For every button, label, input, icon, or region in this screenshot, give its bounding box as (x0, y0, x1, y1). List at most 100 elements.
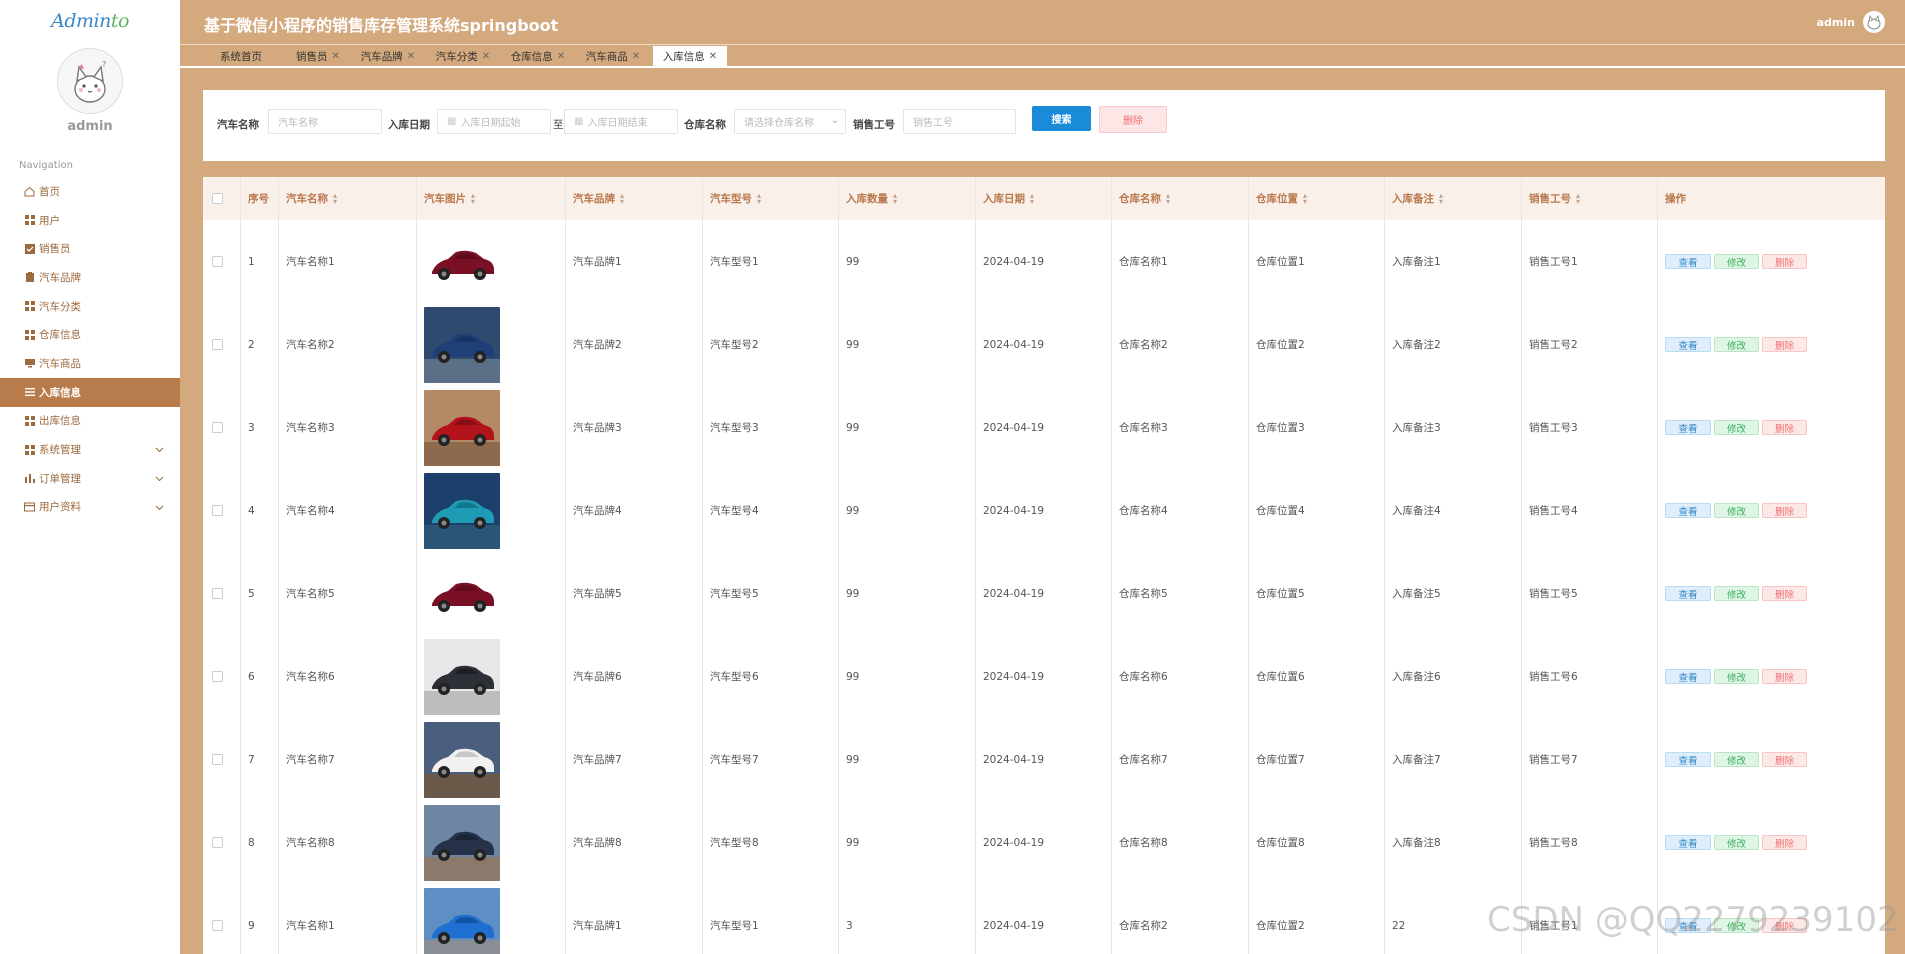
view-button[interactable]: 查看 (1665, 503, 1711, 518)
close-icon[interactable]: ✕ (482, 51, 490, 62)
close-icon[interactable]: ✕ (332, 51, 340, 62)
sidebar-item-car-brand[interactable]: 汽车品牌 (0, 263, 180, 292)
sidebar-item-warehouse[interactable]: 仓库信息 (0, 320, 180, 349)
column-header[interactable]: 汽车名称 ▴ ▾ (286, 177, 337, 220)
edit-button[interactable]: 修改 (1714, 669, 1759, 684)
car-image[interactable] (424, 635, 500, 718)
car-name-input[interactable]: 汽车名称 (268, 109, 382, 134)
sidebar-item-home[interactable]: 首页 (0, 177, 180, 206)
column-header[interactable]: 入库数量 ▴ ▾ (846, 177, 897, 220)
car-image[interactable] (424, 552, 500, 635)
edit-button[interactable]: 修改 (1714, 752, 1759, 767)
close-icon[interactable]: ✕ (557, 51, 565, 62)
cell-car-name: 汽车名称8 (286, 837, 335, 849)
edit-button[interactable]: 修改 (1714, 337, 1759, 352)
delete-button[interactable]: 删除 (1762, 420, 1807, 435)
view-button[interactable]: 查看 (1665, 254, 1711, 269)
tab-car-goods[interactable]: 汽车商品 ✕ (581, 46, 645, 66)
date-end-input[interactable]: ▦ 入库日期结束 (564, 109, 678, 134)
row-checkbox[interactable] (212, 718, 223, 801)
delete-button[interactable]: 删除 (1762, 586, 1807, 601)
app-logo[interactable]: Admin to (0, 0, 180, 42)
view-button[interactable]: 查看 (1665, 918, 1711, 933)
tab-car-category[interactable]: 汽车分类 ✕ (431, 46, 495, 66)
tab-home[interactable]: 系统首页 (202, 46, 280, 66)
cell-warehouse: 仓库名称8 (1119, 837, 1168, 849)
date-start-input[interactable]: ▦ 入库日期起始 (437, 109, 551, 134)
delete-button[interactable]: 删除 (1762, 254, 1807, 269)
row-actions: 查看 修改 删除 (1665, 469, 1810, 552)
close-icon[interactable]: ✕ (709, 51, 717, 62)
row-checkbox[interactable] (212, 303, 223, 386)
close-icon[interactable]: ✕ (407, 51, 415, 62)
user-menu[interactable]: admin (1817, 11, 1885, 33)
row-checkbox[interactable] (212, 220, 223, 303)
car-image[interactable] (424, 303, 500, 386)
column-header[interactable]: 汽车品牌 ▴ ▾ (573, 177, 624, 220)
column-header[interactable]: 仓库名称 ▴ ▾ (1119, 177, 1170, 220)
row-checkbox[interactable] (212, 552, 223, 635)
edit-button[interactable]: 修改 (1714, 586, 1759, 601)
edit-button[interactable]: 修改 (1714, 503, 1759, 518)
tab-stock-in[interactable]: 入库信息 ✕ (653, 46, 727, 66)
sidebar-item-profile[interactable]: 用户资料 (0, 493, 180, 522)
view-button[interactable]: 查看 (1665, 337, 1711, 352)
edit-button[interactable]: 修改 (1714, 254, 1759, 269)
edit-button[interactable]: 修改 (1714, 835, 1759, 850)
delete-button[interactable]: 删除 (1762, 669, 1807, 684)
cell-location: 仓库位置2 (1256, 920, 1305, 932)
tab-salesperson[interactable]: 销售员 ✕ (283, 46, 353, 66)
view-button[interactable]: 查看 (1665, 752, 1711, 767)
view-button[interactable]: 查看 (1665, 835, 1711, 850)
view-button[interactable]: 查看 (1665, 669, 1711, 684)
car-image[interactable] (424, 469, 500, 552)
sidebar-item-users[interactable]: 用户 (0, 206, 180, 235)
table-row: 7 汽车名称7 汽车品牌7 汽车型号7 99 2024-04-19 仓库名称7 仓库位置7 入库… (203, 718, 1885, 801)
header-divider (180, 44, 1905, 45)
select-all-checkbox[interactable] (212, 177, 223, 220)
grid-icon (24, 415, 35, 426)
car-image[interactable] (424, 884, 500, 954)
column-header[interactable]: 汽车图片 ▴ ▾ (424, 177, 475, 220)
tab-car-brand[interactable]: 汽车品牌 ✕ (356, 46, 420, 66)
sidebar-item-orders[interactable]: 订单管理 (0, 464, 180, 493)
column-header[interactable]: 入库备注 ▴ ▾ (1392, 177, 1443, 220)
staff-input[interactable]: 销售工号 (903, 109, 1016, 134)
car-image[interactable] (424, 801, 500, 884)
row-checkbox[interactable] (212, 801, 223, 884)
column-header[interactable]: 仓库位置 ▴ ▾ (1256, 177, 1307, 220)
view-button[interactable]: 查看 (1665, 420, 1711, 435)
sidebar-item-car-category[interactable]: 汽车分类 (0, 292, 180, 321)
column-header[interactable]: 销售工号 ▴ ▾ (1529, 177, 1580, 220)
row-checkbox[interactable] (212, 469, 223, 552)
tab-warehouse[interactable]: 仓库信息 ✕ (506, 46, 570, 66)
row-checkbox[interactable] (212, 884, 223, 954)
cell-car-name: 汽车名称7 (286, 754, 335, 766)
search-button[interactable]: 搜索 (1032, 106, 1091, 131)
sidebar-item-stock-in[interactable]: 入库信息 (0, 377, 180, 407)
edit-button[interactable]: 修改 (1714, 420, 1759, 435)
delete-button[interactable]: 删除 (1762, 337, 1807, 352)
warehouse-select[interactable]: 请选择仓库名称 ⌄ (734, 109, 846, 134)
delete-button[interactable]: 删除 (1762, 503, 1807, 518)
row-checkbox[interactable] (212, 635, 223, 718)
column-header[interactable]: 入库日期 ▴ ▾ (983, 177, 1034, 220)
sidebar-item-salesperson[interactable]: 销售员 (0, 234, 180, 263)
tab-bar: 系统首页 销售员 ✕ 汽车品牌 ✕ 汽车分类 ✕ 仓库信息 ✕ 汽车商品 ✕ 入库信息 ✕ (180, 46, 1905, 66)
car-image[interactable] (424, 220, 500, 303)
delete-button[interactable]: 删除 (1762, 752, 1807, 767)
view-button[interactable]: 查看 (1665, 586, 1711, 601)
edit-button[interactable]: 修改 (1714, 918, 1759, 933)
column-header[interactable]: 汽车型号 ▴ ▾ (710, 177, 761, 220)
delete-button[interactable]: 删除 (1762, 918, 1807, 933)
cell-car-name: 汽车名称2 (286, 339, 335, 351)
car-image[interactable] (424, 386, 500, 469)
sidebar-item-system[interactable]: 系统管理 (0, 435, 180, 464)
close-icon[interactable]: ✕ (632, 51, 640, 62)
car-image[interactable] (424, 718, 500, 801)
sidebar-item-car-goods[interactable]: 汽车商品 (0, 349, 180, 378)
row-checkbox[interactable] (212, 386, 223, 469)
sidebar-item-stock-out[interactable]: 出库信息 (0, 407, 180, 436)
delete-button[interactable]: 删除 (1762, 835, 1807, 850)
batch-delete-button[interactable]: 删除 (1099, 106, 1167, 133)
